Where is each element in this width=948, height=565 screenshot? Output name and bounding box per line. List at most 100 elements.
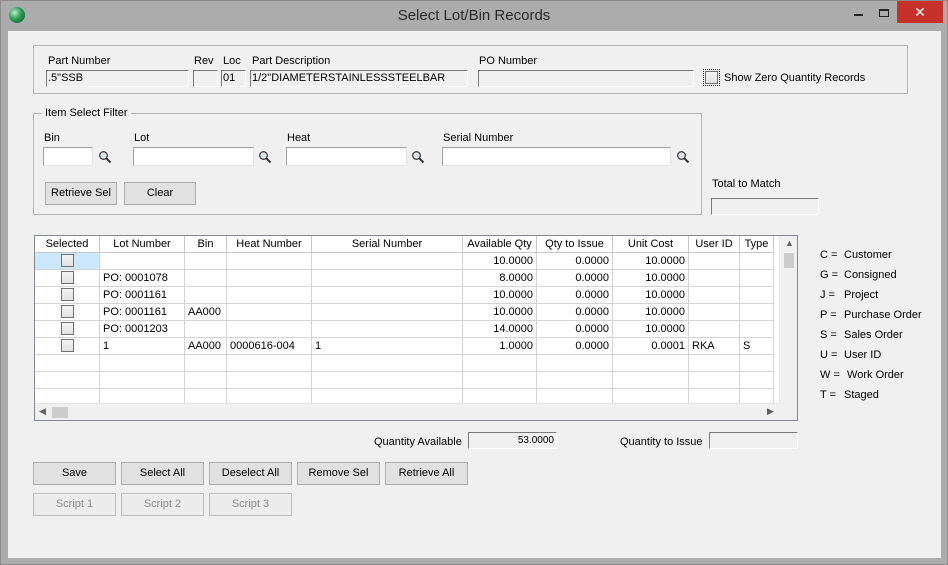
cell-lot: PO: 0001203: [100, 321, 185, 338]
selected-cell[interactable]: [35, 321, 100, 338]
save-button[interactable]: Save: [33, 462, 116, 485]
cell-avail: [463, 389, 537, 403]
selected-cell[interactable]: [35, 389, 100, 403]
lot-search-icon[interactable]: [258, 150, 272, 164]
legend-label: Staged: [844, 389, 879, 401]
table-row[interactable]: PO: 0001161 AA000 10.0000 0.0000 10.0000: [35, 304, 779, 321]
cell-issue: 0.0000: [537, 321, 613, 338]
cell-heat: [227, 270, 312, 287]
cell-bin: [185, 372, 227, 389]
part-description-label: Part Description: [252, 55, 331, 67]
part-description-field: 1/2"DIAMETERSTAINLESSSTEELBAR: [250, 70, 468, 87]
cell-heat: [227, 389, 312, 403]
cell-serial: [312, 355, 463, 372]
legend-key: U =: [820, 349, 838, 361]
dialog-window: Select Lot/Bin Records ✕ Part Number .5"…: [0, 0, 948, 565]
cell-serial: 1: [312, 338, 463, 355]
deselect-all-button[interactable]: Deselect All: [209, 462, 292, 485]
legend-item: T = Staged: [820, 389, 879, 401]
selected-cell[interactable]: [35, 287, 100, 304]
row-select-checkbox[interactable]: [61, 254, 74, 267]
show-zero-quantity-label: Show Zero Quantity Records: [724, 72, 866, 84]
bin-filter-input[interactable]: [43, 147, 93, 166]
cell-avail: 10.0000: [463, 304, 537, 321]
clear-button[interactable]: Clear: [124, 182, 196, 205]
cell-user: [689, 304, 740, 321]
dialog-body: Part Number .5"SSB Rev Loc 01 Part Descr…: [8, 31, 941, 558]
quantity-available-field: 53.0000: [468, 432, 557, 449]
heat-filter-input[interactable]: [286, 147, 407, 166]
table-row[interactable]: 10.0000 0.0000 10.0000: [35, 253, 779, 270]
cell-type: [740, 355, 774, 372]
row-select-checkbox[interactable]: [61, 322, 74, 335]
lot-bin-grid[interactable]: Selected Lot Number Bin Heat Number Seri…: [34, 235, 798, 421]
bin-filter-label: Bin: [44, 132, 60, 144]
cell-issue: [537, 372, 613, 389]
table-row[interactable]: [35, 372, 779, 389]
col-header-unit-cost[interactable]: Unit Cost: [613, 236, 689, 253]
show-zero-quantity-checkbox[interactable]: [703, 69, 720, 86]
col-header-bin[interactable]: Bin: [185, 236, 227, 253]
remove-sel-button[interactable]: Remove Sel: [297, 462, 380, 485]
cell-lot: 1: [100, 338, 185, 355]
vertical-scroll-thumb[interactable]: [784, 253, 794, 268]
col-header-selected[interactable]: Selected: [35, 236, 100, 253]
row-select-checkbox[interactable]: [61, 288, 74, 301]
select-all-button[interactable]: Select All: [121, 462, 204, 485]
col-header-available-qty[interactable]: Available Qty: [463, 236, 537, 253]
scroll-left-icon[interactable]: ◀: [39, 406, 46, 417]
cell-avail: 8.0000: [463, 270, 537, 287]
serial-search-icon[interactable]: [676, 150, 690, 164]
selected-cell[interactable]: [35, 253, 100, 270]
cell-avail: [463, 355, 537, 372]
table-row[interactable]: [35, 355, 779, 372]
minimize-button[interactable]: [845, 1, 871, 23]
quantity-to-issue-field: [709, 432, 798, 449]
col-header-lot-number[interactable]: Lot Number: [100, 236, 185, 253]
maximize-button[interactable]: [871, 1, 897, 23]
selected-cell[interactable]: [35, 372, 100, 389]
selected-cell[interactable]: [35, 355, 100, 372]
table-row[interactable]: [35, 389, 779, 403]
lot-filter-input[interactable]: [133, 147, 254, 166]
retrieve-all-button[interactable]: Retrieve All: [385, 462, 468, 485]
script-2-button[interactable]: Script 2: [121, 493, 204, 516]
col-header-type[interactable]: Type: [740, 236, 774, 253]
cell-heat: [227, 355, 312, 372]
close-button[interactable]: ✕: [897, 1, 943, 23]
col-header-user-id[interactable]: User ID: [689, 236, 740, 253]
table-row[interactable]: 1 AA000 0000616-004 1 1.0000 0.0000 0.0001 RKA S: [35, 338, 779, 355]
scroll-right-icon[interactable]: ▶: [767, 406, 774, 417]
row-select-checkbox[interactable]: [61, 339, 74, 352]
selected-cell[interactable]: [35, 270, 100, 287]
table-row[interactable]: PO: 0001203 14.0000 0.0000 10.0000: [35, 321, 779, 338]
horizontal-scroll-thumb[interactable]: [52, 407, 68, 418]
row-select-checkbox[interactable]: [61, 271, 74, 284]
bin-search-icon[interactable]: [98, 150, 112, 164]
selected-cell[interactable]: [35, 304, 100, 321]
quantity-to-issue-label: Quantity to Issue: [620, 436, 703, 448]
serial-filter-input[interactable]: [442, 147, 671, 166]
legend-key: P =: [820, 309, 837, 321]
grid-vertical-scrollbar[interactable]: ▲: [779, 236, 797, 403]
script-1-button[interactable]: Script 1: [33, 493, 116, 516]
script-3-button[interactable]: Script 3: [209, 493, 292, 516]
table-row[interactable]: PO: 0001078 8.0000 0.0000 10.0000: [35, 270, 779, 287]
scroll-up-icon[interactable]: ▲: [785, 238, 794, 248]
heat-search-icon[interactable]: [411, 150, 425, 164]
cell-lot: PO: 0001161: [100, 287, 185, 304]
table-row[interactable]: PO: 0001161 10.0000 0.0000 10.0000: [35, 287, 779, 304]
col-header-heat-number[interactable]: Heat Number: [227, 236, 312, 253]
grid-horizontal-scrollbar[interactable]: ◀ ▶: [35, 403, 779, 420]
cell-user: [689, 372, 740, 389]
col-header-qty-to-issue[interactable]: Qty to Issue: [537, 236, 613, 253]
selected-cell[interactable]: [35, 338, 100, 355]
cell-cost: [613, 372, 689, 389]
legend-key: W =: [820, 369, 840, 381]
cell-serial: [312, 253, 463, 270]
cell-serial: [312, 372, 463, 389]
cell-serial: [312, 389, 463, 403]
row-select-checkbox[interactable]: [61, 305, 74, 318]
col-header-serial-number[interactable]: Serial Number: [312, 236, 463, 253]
retrieve-sel-button[interactable]: Retrieve Sel: [45, 182, 117, 205]
